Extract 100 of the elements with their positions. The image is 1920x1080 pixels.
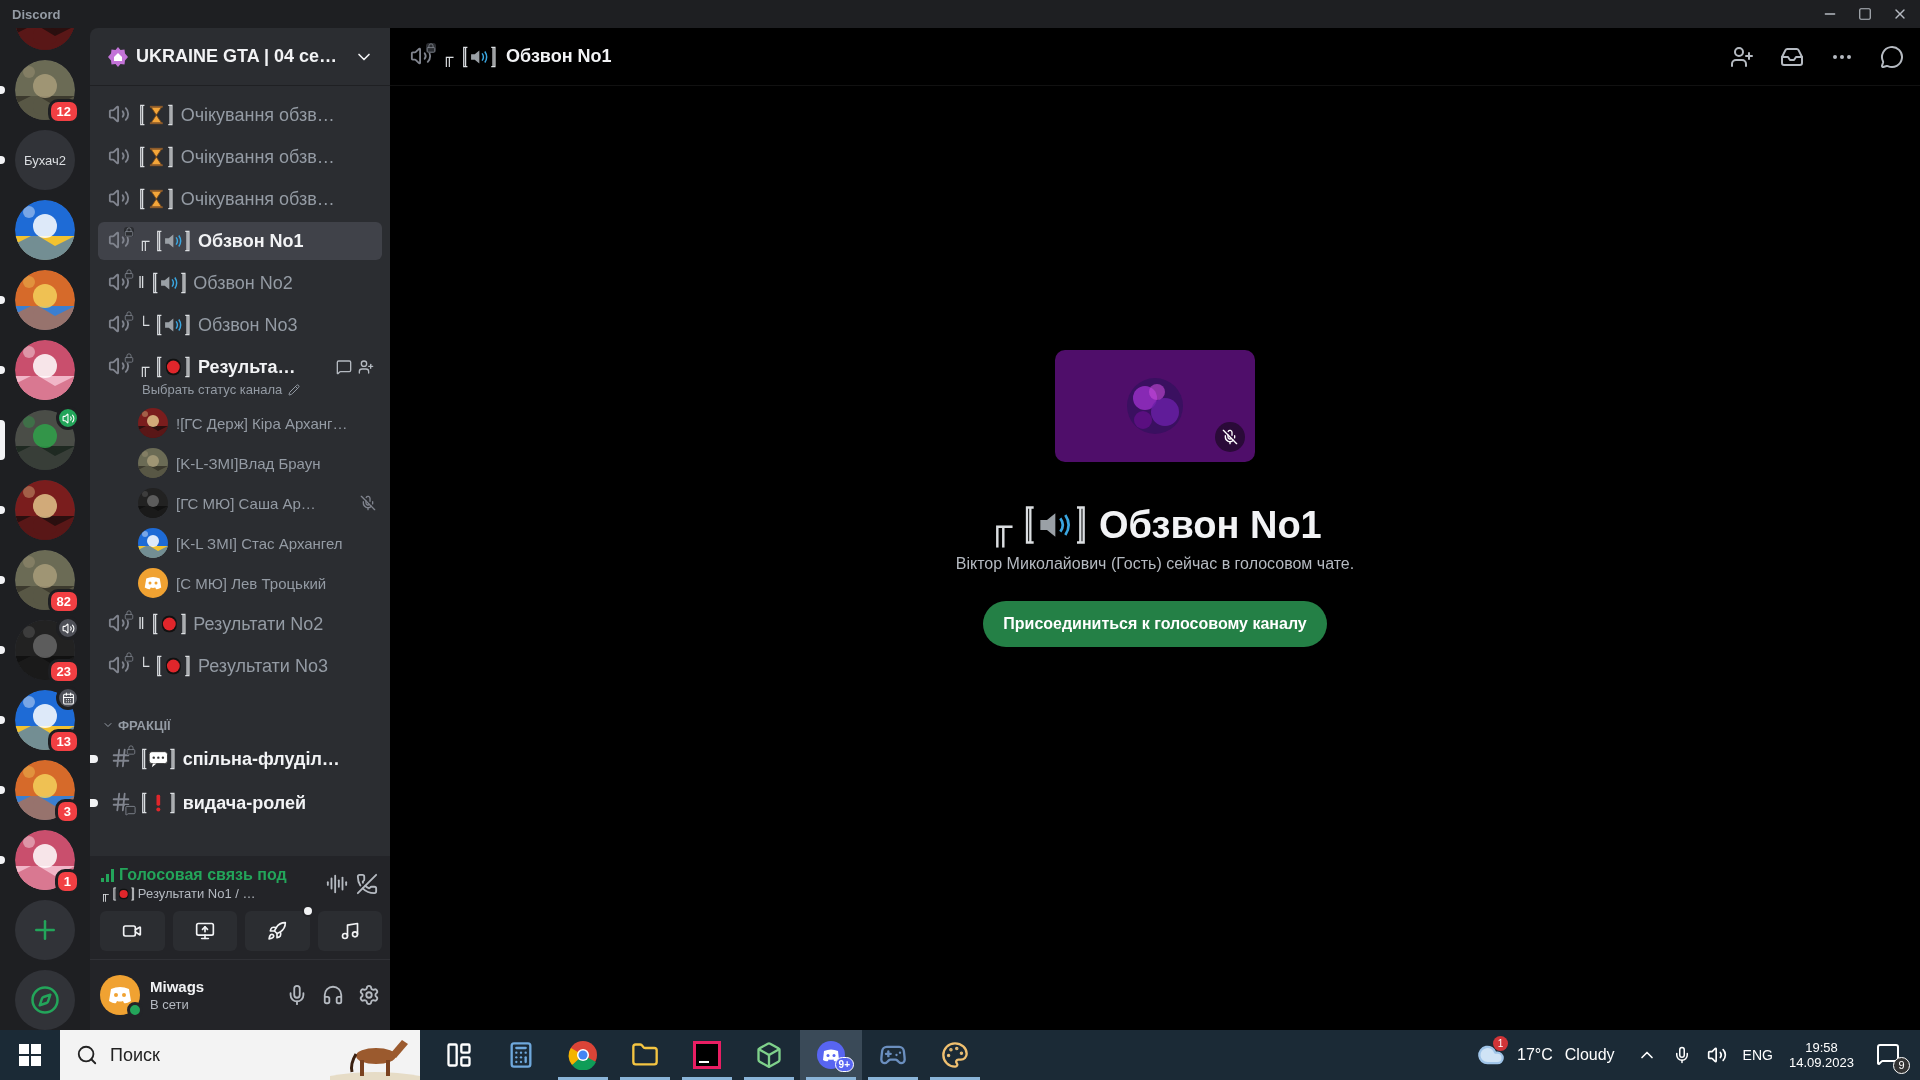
screen-share-button[interactable] — [172, 911, 237, 951]
notification-count: 9 — [1893, 1056, 1910, 1074]
search-icon — [76, 1044, 98, 1066]
signal-icon — [100, 867, 116, 883]
hourglass-icon — [138, 146, 175, 168]
server-icon[interactable] — [15, 760, 75, 820]
voice-channel[interactable]: ‖ Обзвон No2 — [98, 264, 382, 302]
record-icon — [155, 655, 192, 677]
channel-prefix: ╓ — [138, 232, 150, 250]
text-channel[interactable]: видача-ролей — [98, 783, 382, 823]
mention-badge: 1 — [54, 869, 80, 894]
channel-prefix: ╓ — [100, 886, 109, 901]
weather-widget[interactable]: 1 17°C Cloudy — [1471, 1032, 1621, 1078]
speaker-icon — [150, 272, 188, 294]
speaker-icon — [155, 314, 192, 336]
status-hint[interactable]: Выбрать статус канала — [142, 382, 283, 397]
community-icon — [108, 46, 128, 67]
hourglass-icon — [138, 188, 175, 210]
voice-channel-link[interactable]: Результати No1 / … — [137, 886, 256, 901]
weather-badge: 1 — [1493, 1036, 1508, 1051]
speaker-icon — [155, 230, 192, 252]
username: Miwags — [150, 978, 206, 995]
record-icon — [150, 613, 188, 635]
server-icon[interactable] — [15, 830, 75, 890]
server-icon[interactable] — [15, 270, 75, 330]
server-header[interactable]: UKRAINE GTA | 04 се… — [90, 28, 390, 86]
participant-tile[interactable] — [1055, 349, 1255, 462]
chat-icon[interactable] — [1880, 44, 1904, 69]
speaker-icon — [461, 45, 498, 68]
server-icon[interactable] — [15, 200, 75, 260]
voice-channel[interactable]: ╓ Обзвон No1 — [98, 222, 382, 260]
notifications-icon — [1876, 1041, 1900, 1066]
join-voice-button[interactable]: Присоединиться к голосовому каналу — [983, 600, 1327, 647]
search-bar[interactable]: Поиск — [60, 1030, 420, 1080]
voice-channel[interactable]: └ Обзвон No3 — [98, 306, 382, 344]
text-channel[interactable]: спільна-флуділ… — [98, 739, 382, 779]
category-header[interactable]: ФРАКЦІЇ — [98, 713, 382, 737]
add-member-icon[interactable] — [1730, 44, 1754, 69]
server-icon[interactable]: Бухач2 — [15, 130, 75, 190]
noise-suppression-icon[interactable] — [326, 872, 348, 895]
pencil-icon[interactable] — [288, 383, 301, 396]
soundboard-icon — [339, 921, 360, 941]
channel-title: Обзвон No1 — [506, 46, 612, 67]
headphones-icon[interactable] — [322, 984, 344, 1006]
channel-prefix: └ — [138, 316, 150, 334]
forum-icon — [110, 791, 134, 815]
invite-icon[interactable] — [358, 359, 374, 375]
speech-bubble-icon — [140, 748, 177, 770]
mention-badge: 12 — [47, 99, 80, 124]
ide-icon — [693, 1041, 721, 1069]
voice-member[interactable]: [С МЮ] Лев Троцький — [98, 563, 382, 603]
voice-channel[interactable]: Очікування обзв… — [98, 96, 382, 134]
cube-icon — [755, 1041, 783, 1069]
disconnect-icon[interactable] — [356, 872, 378, 895]
compass-icon — [30, 985, 60, 1015]
mention-badge: 82 — [47, 589, 80, 614]
exclamation-icon — [140, 792, 177, 814]
voice-channel[interactable]: └ Результати No3 — [98, 647, 382, 685]
chat-icon[interactable] — [336, 359, 352, 375]
user-status: В сети — [150, 997, 190, 1012]
task-view-icon — [445, 1041, 473, 1069]
record-icon — [111, 886, 135, 901]
voice-member[interactable]: [K-L ЗМІ] Стас Архангел — [98, 523, 382, 563]
voice-status[interactable]: Голосовая связь под — [119, 866, 287, 884]
channel-prefix: ‖ — [138, 615, 145, 633]
voice-channel[interactable]: Очікування обзв… — [98, 138, 382, 176]
camera-button[interactable] — [100, 911, 165, 951]
app-title: Discord — [12, 6, 61, 22]
mention-badge: 13 — [47, 729, 80, 754]
channel-prefix: └ — [138, 657, 150, 675]
voice-channel[interactable]: ‖ Результати No2 — [98, 605, 382, 643]
mention-badge: 3 — [54, 799, 80, 824]
screen-share-icon — [194, 921, 215, 941]
language-indicator[interactable]: ENG — [1742, 1047, 1773, 1063]
channel-prefix: ╓ — [138, 358, 150, 376]
windows-icon — [19, 1044, 41, 1066]
channel-title: Обзвон No1 — [1098, 503, 1322, 547]
voice-channel[interactable]: Очікування обзв… — [98, 180, 382, 218]
rocket-icon — [267, 921, 288, 941]
voice-member[interactable]: [K-L-ЗМІ]Влад Браун — [98, 443, 382, 483]
taskbar-app[interactable]: 9+ — [800, 1030, 862, 1080]
search-field[interactable]: Поиск — [108, 1043, 308, 1067]
voice-member[interactable]: ![ГС Держ] Кіра Арханг… — [98, 403, 382, 443]
voice-status-text: Віктор Миколайович (Гость) сейчас в голосовом чате. — [955, 554, 1355, 573]
avatar-icon — [100, 975, 140, 1015]
clock-date[interactable]: 14.09.2023 — [1788, 1055, 1854, 1070]
server-icon[interactable] — [15, 340, 75, 400]
channel-prefix: ‖ — [138, 274, 145, 292]
channel-prefix: ╓ — [442, 47, 454, 66]
chrome-icon — [568, 1040, 598, 1070]
voice-member[interactable]: [ГС МЮ] Саша Ар… — [98, 483, 382, 523]
folder-icon — [631, 1041, 659, 1069]
maximize-icon[interactable] — [1858, 7, 1872, 21]
mention-badge: 23 — [47, 659, 80, 684]
volume-icon[interactable] — [1706, 1045, 1727, 1065]
settings-icon[interactable] — [358, 984, 380, 1006]
record-icon — [155, 356, 192, 378]
clock-time[interactable]: 19:58 — [1805, 1040, 1838, 1055]
hourglass-icon — [138, 104, 175, 126]
soundboard-button[interactable] — [317, 911, 382, 951]
